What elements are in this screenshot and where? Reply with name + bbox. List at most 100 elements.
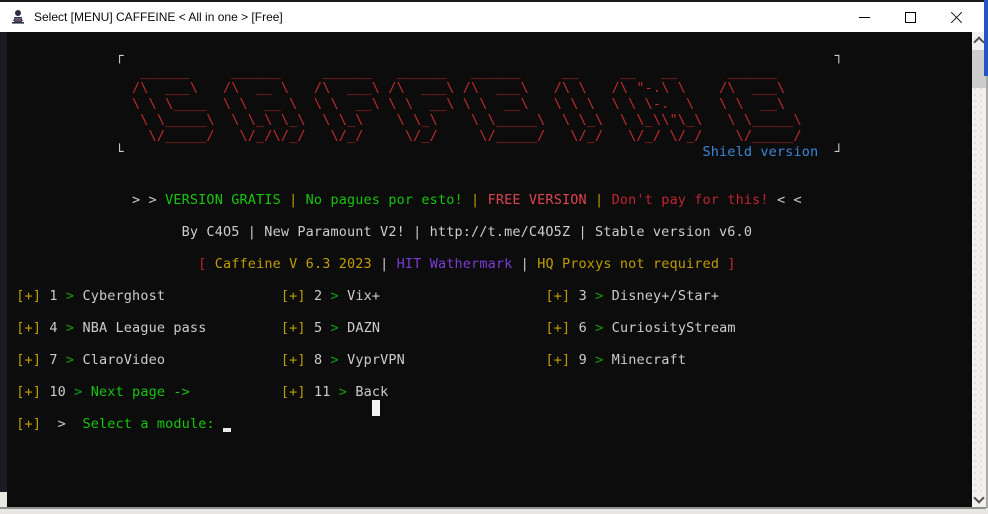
menu-item-1-label: Cyberghost: [82, 288, 166, 304]
tagline-no-pagues: No pagues por esto!: [305, 192, 463, 208]
maximize-icon: [904, 11, 916, 23]
terminal-text: >: [65, 288, 83, 304]
menu-row-3: [+] 7 > ClaroVideo [+] 8 > VyprVPN [+] 9…: [8, 352, 686, 368]
background-window-sliver: [0, 32, 7, 492]
menu-row-4: [+] 10 > Next page -> [+] 11 > Back: [8, 384, 388, 400]
terminal-text: |: [371, 256, 397, 272]
tagline-version-gratis: VERSION GRATIS: [165, 192, 281, 208]
terminal-text: >: [74, 384, 91, 400]
terminal-text: \ \_____\: [719, 112, 811, 128]
terminal-text: 3: [570, 288, 596, 304]
terminal-text: 2: [305, 288, 331, 304]
terminal-text: ______: [719, 64, 811, 80]
banner-line-1: ______ ______ ______ ______ ______ __ __…: [8, 64, 810, 80]
terminal-text: >: [595, 320, 612, 336]
version-hq-proxys: HQ Proxys not required: [537, 256, 720, 272]
menu-row-2: [+] 4 > NBA League pass [+] 5 > DAZN [+]…: [8, 320, 736, 336]
terminal-text: |: [280, 192, 306, 208]
banner-line-5: \/_____/ \/_/\/_/ \/_/ \/_/ \/_____/ \/_…: [8, 128, 810, 144]
terminal-text: [+]: [16, 288, 42, 304]
menu-item-5-label: DAZN: [347, 320, 381, 336]
terminal-text: \/_/ \/_/: [611, 128, 720, 144]
terminal-text: [+]: [16, 384, 42, 400]
minimize-icon: [858, 16, 870, 18]
terminal-text: 5: [305, 320, 331, 336]
close-button[interactable]: [933, 2, 979, 32]
scrollbar-track[interactable]: [972, 32, 986, 508]
banner-frame-top: ┌ ┐: [8, 48, 843, 64]
terminal-text: >: [595, 288, 612, 304]
terminal-text: >: [57, 416, 66, 432]
terminal-text: \ \ \-. \: [611, 96, 720, 112]
minimize-button[interactable]: [841, 2, 887, 32]
terminal-text: \/_/\/_/: [222, 128, 314, 144]
terminal-text: \ \_\: [388, 112, 463, 128]
terminal-text: \/_____/: [719, 128, 811, 144]
banner-line-4: \ \_____\ \ \_\ \_\ \ \_\ \ \_\ \ \_____…: [8, 112, 810, 128]
version-line: [ Caffeine V 6.3 2023 | HIT Wathermark |…: [8, 256, 736, 272]
terminal-text: \/_/: [313, 128, 389, 144]
byline: By C4O5 | New Paramount V2! | http://t.m…: [8, 224, 752, 240]
terminal-text: ______: [313, 64, 389, 80]
menu-item-4-label: NBA League pass: [82, 320, 207, 336]
terminal-text: 4: [41, 320, 66, 336]
terminal-text: \ \_\: [313, 112, 389, 128]
terminal-text: [+]: [545, 352, 571, 368]
terminal-text: 7: [41, 352, 66, 368]
terminal-text: >: [330, 288, 348, 304]
menu-row-1: [+] 1 > Cyberghost [+] 2 > Vix+ [+] 3 > …: [8, 288, 719, 304]
terminal-text: 9: [570, 352, 596, 368]
terminal-text: /\ ___\: [462, 80, 554, 96]
terminal-text: [+]: [280, 384, 306, 400]
stray-block-cursor-line: [8, 400, 381, 416]
terminal-text: __: [553, 64, 612, 80]
scroll-down-arrow-icon: [973, 492, 985, 504]
titlebar[interactable]: Select [MENU] CAFFEINE < All in one > [F…: [0, 2, 984, 32]
banner-line-3: \ \ \____ \ \ __ \ \ \ __\ \ \ __\ \ \ _…: [8, 96, 810, 112]
terminal-text: \ \_\\"\_\: [611, 112, 720, 128]
terminal-text: |: [512, 256, 538, 272]
terminal-text: /\ "-.\ \: [611, 80, 720, 96]
window-title: Select [MENU] CAFFEINE < All in one > [F…: [34, 10, 283, 24]
maximize-button[interactable]: [887, 2, 933, 32]
menu-item-10-label: Next page ->: [90, 384, 190, 400]
terminal-text: __ __: [611, 64, 720, 80]
byline-text: By C4O5 | New Paramount V2! | http://t.m…: [181, 224, 753, 240]
tagline: > > VERSION GRATIS | No pagues por esto!…: [8, 192, 802, 208]
terminal-text: > >: [8, 192, 166, 208]
tagline-free-version: FREE VERSION: [487, 192, 587, 208]
terminal-text: [+]: [545, 320, 571, 336]
scroll-down-button[interactable]: [972, 492, 986, 508]
terminal-text: /\ ___\: [132, 80, 223, 96]
menu-item-2-label: Vix+: [347, 288, 381, 304]
terminal-text: [+]: [16, 416, 42, 432]
terminal-text: ______: [132, 64, 223, 80]
terminal-text: /\ ___\: [719, 80, 811, 96]
background-blue-edge: [984, 0, 988, 76]
terminal-text: >: [65, 320, 83, 336]
terminal-text: >: [65, 352, 83, 368]
terminal-text: < <: [768, 192, 802, 208]
menu-item-6-label: CuriosityStream: [611, 320, 736, 336]
terminal-text: /\ \: [553, 80, 612, 96]
hacker-console-app-icon: [12, 10, 24, 24]
terminal-output[interactable]: ┌ ┐ ______ ______ ______ ______ ______ _…: [7, 32, 972, 508]
prompt-cursor: [223, 416, 231, 432]
console-window[interactable]: ┌ ┐ ______ ______ ______ ______ ______ _…: [7, 32, 972, 508]
menu-item-8-label: VyprVPN: [347, 352, 405, 368]
terminal-text: \ \ __\: [719, 96, 811, 112]
terminal-text: [+]: [16, 320, 42, 336]
terminal-text: \/_____/: [462, 128, 554, 144]
